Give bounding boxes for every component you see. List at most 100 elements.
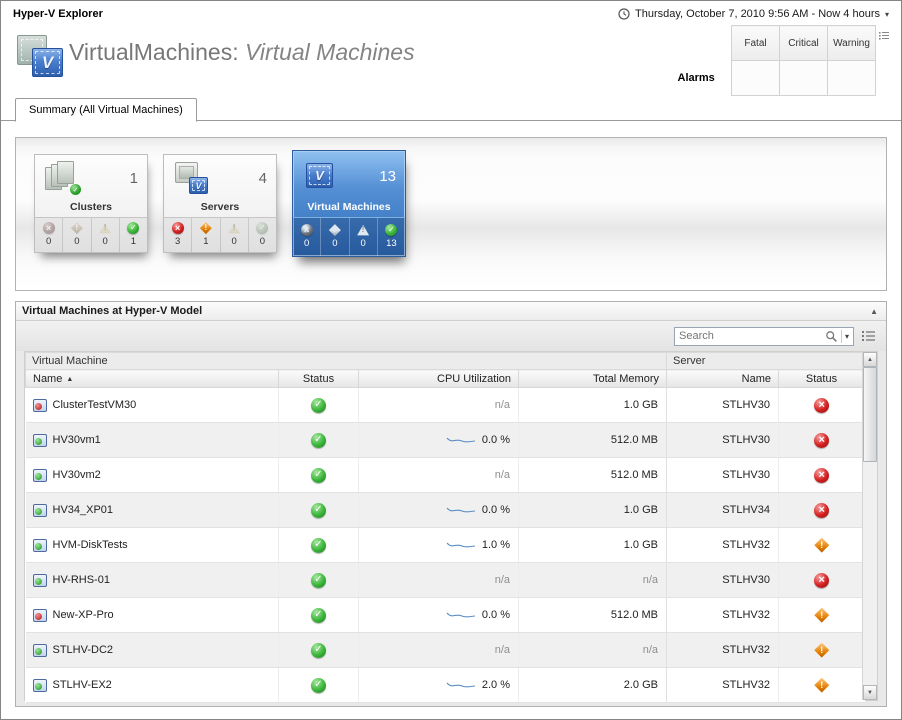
status-count: 3 — [175, 236, 180, 247]
page-title-suffix: Virtual Machines — [245, 39, 415, 65]
table-row[interactable]: HVM-DiskTests ✓ 1.0 % 1.0 GB STLHV32 ! — [26, 528, 865, 563]
cpu-sparkline — [446, 434, 476, 446]
cell-server-name: STLHV34 — [667, 493, 779, 528]
cell-server-status: ! — [779, 668, 865, 703]
tile-status-warning: !0 — [220, 218, 248, 252]
cpu-sparkline — [446, 504, 476, 516]
vm-icon — [33, 679, 47, 692]
status-count: 0 — [304, 238, 309, 249]
table-row[interactable]: STLHV-EX2 ✓ 2.0 % 2.0 GB STLHV32 ! — [26, 668, 865, 703]
column-header-cpu-utilization[interactable]: CPU Utilization — [359, 370, 519, 388]
table-row[interactable]: HV30vm1 ✓ 0.0 % 512.0 MB STLHV30 × — [26, 423, 865, 458]
table-row[interactable]: HV30vm2 ✓ n/a 512.0 MB STLHV30 × — [26, 458, 865, 493]
vertical-scrollbar[interactable]: ▲ ▼ — [862, 352, 877, 700]
memory-value: 2.0 GB — [624, 679, 658, 691]
page-title-prefix: VirtualMachines: — [69, 39, 239, 65]
search-divider — [841, 330, 842, 343]
collapse-panel-icon[interactable]: ▲ — [870, 307, 878, 316]
status-count: 1 — [131, 236, 136, 247]
tile-label: Virtual Machines — [293, 201, 405, 217]
tab-summary-all-virtual-machines[interactable]: Summary (All Virtual Machines) — [15, 98, 197, 122]
cell-name: HV30vm1 — [26, 423, 279, 458]
fatal-status-icon: × — [301, 224, 313, 236]
status-count: 0 — [231, 236, 236, 247]
top-bar: Hyper-V Explorer Thursday, October 7, 20… — [1, 1, 901, 23]
column-header-status[interactable]: Status — [279, 370, 359, 388]
server-name: STLHV32 — [722, 679, 770, 691]
table-row[interactable]: HV-RHS-01 ✓ n/a n/a STLHV30 × — [26, 563, 865, 598]
table-row[interactable]: HV34_XP01 ✓ 0.0 % 1.0 GB STLHV34 × — [26, 493, 865, 528]
column-header-server-name[interactable]: Name — [667, 370, 779, 388]
cell-total-memory: 512.0 MB — [519, 598, 667, 633]
status-count: 0 — [332, 238, 337, 249]
time-range-label: Thursday, October 7, 2010 9:56 AM - Now … — [635, 8, 880, 20]
tile-statuses: ×0!0!0✓1 — [35, 217, 147, 252]
normal-status-icon: ✓ — [311, 608, 326, 623]
tile-label: Clusters — [35, 201, 147, 217]
alarms-warning-cell[interactable] — [828, 61, 876, 96]
cell-name: HVM-DiskTests — [26, 528, 279, 563]
normal-status-icon: ✓ — [311, 678, 326, 693]
scroll-up-button[interactable]: ▲ — [863, 352, 877, 367]
critical-status-icon: ! — [200, 222, 212, 234]
vm-state-dot — [35, 508, 42, 515]
fatal-status-icon: × — [814, 433, 829, 448]
cell-total-memory: n/a — [519, 563, 667, 598]
fatal-status-icon: × — [814, 503, 829, 518]
time-range-selector[interactable]: Thursday, October 7, 2010 9:56 AM - Now … — [618, 8, 889, 20]
cell-status: ✓ — [279, 458, 359, 493]
search-caret-icon[interactable]: ▾ — [845, 332, 849, 341]
search-icon[interactable] — [825, 330, 838, 343]
cell-server-status: ! — [779, 633, 865, 668]
vm-icon — [33, 434, 47, 447]
tile-servers[interactable]: 4 Servers ×3!1!0✓0 — [163, 154, 277, 253]
server-name: STLHV30 — [722, 399, 770, 411]
panel-title: Virtual Machines at Hyper-V Model — [22, 305, 202, 317]
vm-name: New-XP-Pro — [53, 609, 114, 621]
cell-server-name: STLHV30 — [667, 423, 779, 458]
alarms-fatal-cell[interactable] — [732, 61, 780, 96]
alarms-critical-cell[interactable] — [780, 61, 828, 96]
search-input[interactable] — [679, 330, 825, 342]
vm-icon — [33, 504, 47, 517]
cell-status: ✓ — [279, 493, 359, 528]
table-row[interactable]: ClusterTestVM30 ✓ n/a 1.0 GB STLHV30 × — [26, 388, 865, 423]
cell-server-status: × — [779, 458, 865, 493]
scrollbar-track[interactable] — [863, 367, 877, 685]
cell-server-name: STLHV30 — [667, 563, 779, 598]
cpu-value: n/a — [495, 574, 510, 586]
scrollbar-thumb[interactable] — [863, 367, 877, 462]
vm-state-dot — [35, 403, 42, 410]
clock-icon — [618, 8, 630, 20]
tile-clusters[interactable]: 1 Clusters ×0!0!0✓1 — [34, 154, 148, 253]
group-header-virtual-machine: Virtual Machine — [26, 353, 667, 370]
cell-name: STLHV-DC2 — [26, 633, 279, 668]
cell-server-status: × — [779, 423, 865, 458]
time-range-caret-icon[interactable]: ▾ — [885, 10, 889, 19]
server-name: STLHV32 — [722, 609, 770, 621]
table-row[interactable]: New-XP-Pro ✓ 0.0 % 512.0 MB STLHV32 ! — [26, 598, 865, 633]
vm-name: STLHV-EX2 — [53, 679, 112, 691]
alarms-options-icon[interactable] — [879, 29, 889, 41]
server-name: STLHV30 — [722, 469, 770, 481]
column-header-total-memory[interactable]: Total Memory — [519, 370, 667, 388]
column-header-name[interactable]: Name▲ — [26, 370, 279, 388]
normal-status-icon: ✓ — [385, 224, 397, 236]
normal-status-icon: ✓ — [311, 468, 326, 483]
tiles-panel: 1 Clusters ×0!0!0✓1 4 Servers ×3!1!0✓0 1… — [15, 137, 887, 291]
alarms-col-fatal: Fatal — [732, 26, 780, 61]
tile-status-fatal: ×0 — [293, 218, 320, 256]
tile-status-critical: !0 — [320, 218, 348, 256]
table-options-icon[interactable] — [862, 330, 876, 342]
vm-name: STLHV-DC2 — [53, 644, 114, 656]
tile-virtual-machines[interactable]: 13 Virtual Machines ×0!0!0✓13 — [292, 150, 406, 257]
cell-name: ClusterTestVM30 — [26, 388, 279, 423]
cell-total-memory: n/a — [519, 633, 667, 668]
normal-status-icon: ✓ — [311, 538, 326, 553]
table-row[interactable]: STLHV-DC2 ✓ n/a n/a STLHV32 ! — [26, 633, 865, 668]
cell-status: ✓ — [279, 563, 359, 598]
column-header-server-status[interactable]: Status — [779, 370, 865, 388]
app-title: Hyper-V Explorer — [13, 8, 103, 20]
scroll-down-button[interactable]: ▼ — [863, 685, 877, 700]
status-count: 1 — [203, 236, 208, 247]
